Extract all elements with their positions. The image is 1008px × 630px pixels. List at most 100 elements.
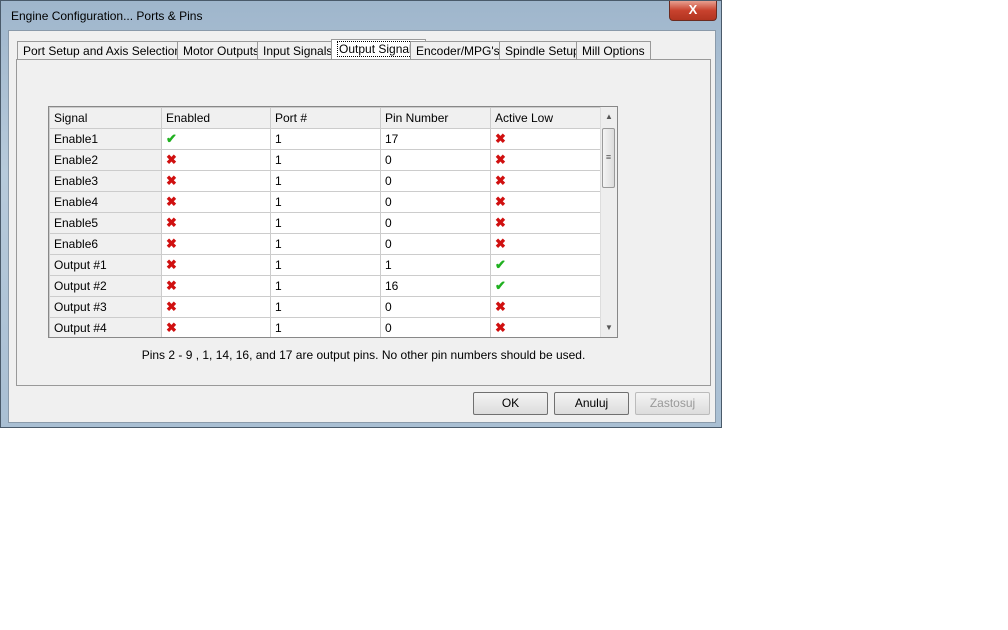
red-x-icon[interactable]: ✖ — [495, 173, 506, 188]
table-row[interactable]: Output #3 ✖ 1 0 ✖ — [49, 296, 601, 318]
table-row[interactable]: Enable2 ✖ 1 0 ✖ — [49, 149, 601, 171]
red-x-icon[interactable]: ✖ — [166, 194, 177, 209]
close-button[interactable]: X — [669, 1, 717, 21]
pin-cell[interactable]: 0 — [380, 296, 491, 318]
signal-cell[interactable]: Enable2 — [49, 149, 162, 171]
tab-spindle-setup[interactable]: Spindle Setup — [499, 41, 586, 60]
pin-cell[interactable]: 0 — [380, 233, 491, 255]
tab-mill-options[interactable]: Mill Options — [576, 41, 651, 60]
red-x-icon[interactable]: ✖ — [495, 320, 506, 335]
red-x-icon[interactable]: ✖ — [495, 152, 506, 167]
tab-port-setup-and-axis-selection[interactable]: Port Setup and Axis Selection — [17, 41, 188, 60]
signal-cell[interactable]: Enable1 — [49, 128, 162, 150]
red-x-icon[interactable]: ✖ — [166, 320, 177, 335]
active-low-cell[interactable]: ✖ — [490, 128, 601, 150]
tab-input-signals[interactable]: Input Signals — [257, 41, 339, 60]
signal-cell[interactable]: Enable5 — [49, 212, 162, 234]
active-low-cell[interactable]: ✖ — [490, 212, 601, 234]
enabled-cell[interactable]: ✖ — [161, 149, 271, 171]
port-cell[interactable]: 1 — [270, 149, 381, 171]
signal-cell[interactable]: Output #1 — [49, 254, 162, 276]
red-x-icon[interactable]: ✖ — [166, 299, 177, 314]
table-row[interactable]: Output #4 ✖ 1 0 ✖ — [49, 317, 601, 337]
port-cell[interactable]: 1 — [270, 128, 381, 150]
enabled-cell[interactable]: ✖ — [161, 233, 271, 255]
red-x-icon[interactable]: ✖ — [495, 236, 506, 251]
table-row[interactable]: Enable5 ✖ 1 0 ✖ — [49, 212, 601, 234]
pin-cell[interactable]: 1 — [380, 254, 491, 276]
enabled-cell[interactable]: ✖ — [161, 296, 271, 318]
scroll-up-arrow-icon[interactable]: ▲ — [605, 112, 613, 121]
scroll-thumb[interactable]: ≡ — [602, 128, 615, 188]
port-cell[interactable]: 1 — [270, 170, 381, 192]
enabled-cell[interactable]: ✖ — [161, 254, 271, 276]
active-low-cell[interactable]: ✖ — [490, 317, 601, 337]
port-cell[interactable]: 1 — [270, 233, 381, 255]
active-low-cell[interactable]: ✖ — [490, 233, 601, 255]
pin-cell[interactable]: 0 — [380, 170, 491, 192]
green-check-icon[interactable]: ✔ — [495, 257, 506, 272]
apply-button[interactable]: Zastosuj — [635, 392, 710, 415]
pin-cell[interactable]: 0 — [380, 191, 491, 213]
red-x-icon[interactable]: ✖ — [166, 173, 177, 188]
port-cell[interactable]: 1 — [270, 212, 381, 234]
pin-cell[interactable]: 0 — [380, 149, 491, 171]
enabled-cell[interactable]: ✖ — [161, 275, 271, 297]
scroll-down-arrow-icon[interactable]: ▼ — [605, 323, 613, 332]
green-check-icon[interactable]: ✔ — [166, 131, 177, 146]
table-row[interactable]: Output #2 ✖ 1 16 ✔ — [49, 275, 601, 297]
enabled-cell[interactable]: ✖ — [161, 317, 271, 337]
red-x-icon[interactable]: ✖ — [495, 131, 506, 146]
signal-cell[interactable]: Output #2 — [49, 275, 162, 297]
column-header[interactable]: Port # — [270, 107, 381, 129]
active-low-cell[interactable]: ✖ — [490, 170, 601, 192]
red-x-icon[interactable]: ✖ — [166, 278, 177, 293]
column-header[interactable]: Active Low — [490, 107, 601, 129]
table-row[interactable]: Enable4 ✖ 1 0 ✖ — [49, 191, 601, 213]
signal-cell[interactable]: Output #3 — [49, 296, 162, 318]
table-row[interactable]: Output #1 ✖ 1 1 ✔ — [49, 254, 601, 276]
enabled-cell[interactable]: ✔ — [161, 128, 271, 150]
green-check-icon[interactable]: ✔ — [495, 278, 506, 293]
cancel-button[interactable]: Anuluj — [554, 392, 629, 415]
port-cell[interactable]: 1 — [270, 275, 381, 297]
ok-button[interactable]: OK — [473, 392, 548, 415]
red-x-icon[interactable]: ✖ — [495, 215, 506, 230]
enabled-cell[interactable]: ✖ — [161, 212, 271, 234]
red-x-icon[interactable]: ✖ — [166, 215, 177, 230]
pin-cell[interactable]: 0 — [380, 317, 491, 337]
red-x-icon[interactable]: ✖ — [166, 257, 177, 272]
red-x-icon[interactable]: ✖ — [495, 194, 506, 209]
signal-cell[interactable]: Output #4 — [49, 317, 162, 337]
tab-encoder-mpg-s[interactable]: Encoder/MPG's — [410, 41, 506, 60]
red-x-icon[interactable]: ✖ — [166, 152, 177, 167]
table-row[interactable]: Enable3 ✖ 1 0 ✖ — [49, 170, 601, 192]
red-x-icon[interactable]: ✖ — [166, 236, 177, 251]
port-cell[interactable]: 1 — [270, 191, 381, 213]
enabled-cell[interactable]: ✖ — [161, 170, 271, 192]
active-low-cell[interactable]: ✖ — [490, 296, 601, 318]
active-low-cell[interactable]: ✖ — [490, 191, 601, 213]
active-low-cell[interactable]: ✔ — [490, 275, 601, 297]
table-row[interactable]: Enable1 ✔ 1 17 ✖ — [49, 128, 601, 150]
active-low-cell[interactable]: ✔ — [490, 254, 601, 276]
table-row[interactable]: Enable6 ✖ 1 0 ✖ — [49, 233, 601, 255]
port-cell[interactable]: 1 — [270, 296, 381, 318]
active-low-cell[interactable]: ✖ — [490, 149, 601, 171]
vertical-scrollbar[interactable]: ▲ ≡ ▼ — [600, 107, 617, 337]
enabled-cell[interactable]: ✖ — [161, 191, 271, 213]
tab-motor-outputs[interactable]: Motor Outputs — [177, 41, 266, 60]
signal-cell[interactable]: Enable3 — [49, 170, 162, 192]
pin-cell[interactable]: 16 — [380, 275, 491, 297]
signal-cell[interactable]: Enable6 — [49, 233, 162, 255]
red-x-icon[interactable]: ✖ — [495, 299, 506, 314]
dialog-window: Engine Configuration... Ports & Pins X P… — [0, 0, 722, 428]
signal-cell[interactable]: Enable4 — [49, 191, 162, 213]
port-cell[interactable]: 1 — [270, 254, 381, 276]
column-header[interactable]: Enabled — [161, 107, 271, 129]
column-header[interactable]: Pin Number — [380, 107, 491, 129]
column-header[interactable]: Signal — [49, 107, 162, 129]
pin-cell[interactable]: 0 — [380, 212, 491, 234]
pin-cell[interactable]: 17 — [380, 128, 491, 150]
port-cell[interactable]: 1 — [270, 317, 381, 337]
